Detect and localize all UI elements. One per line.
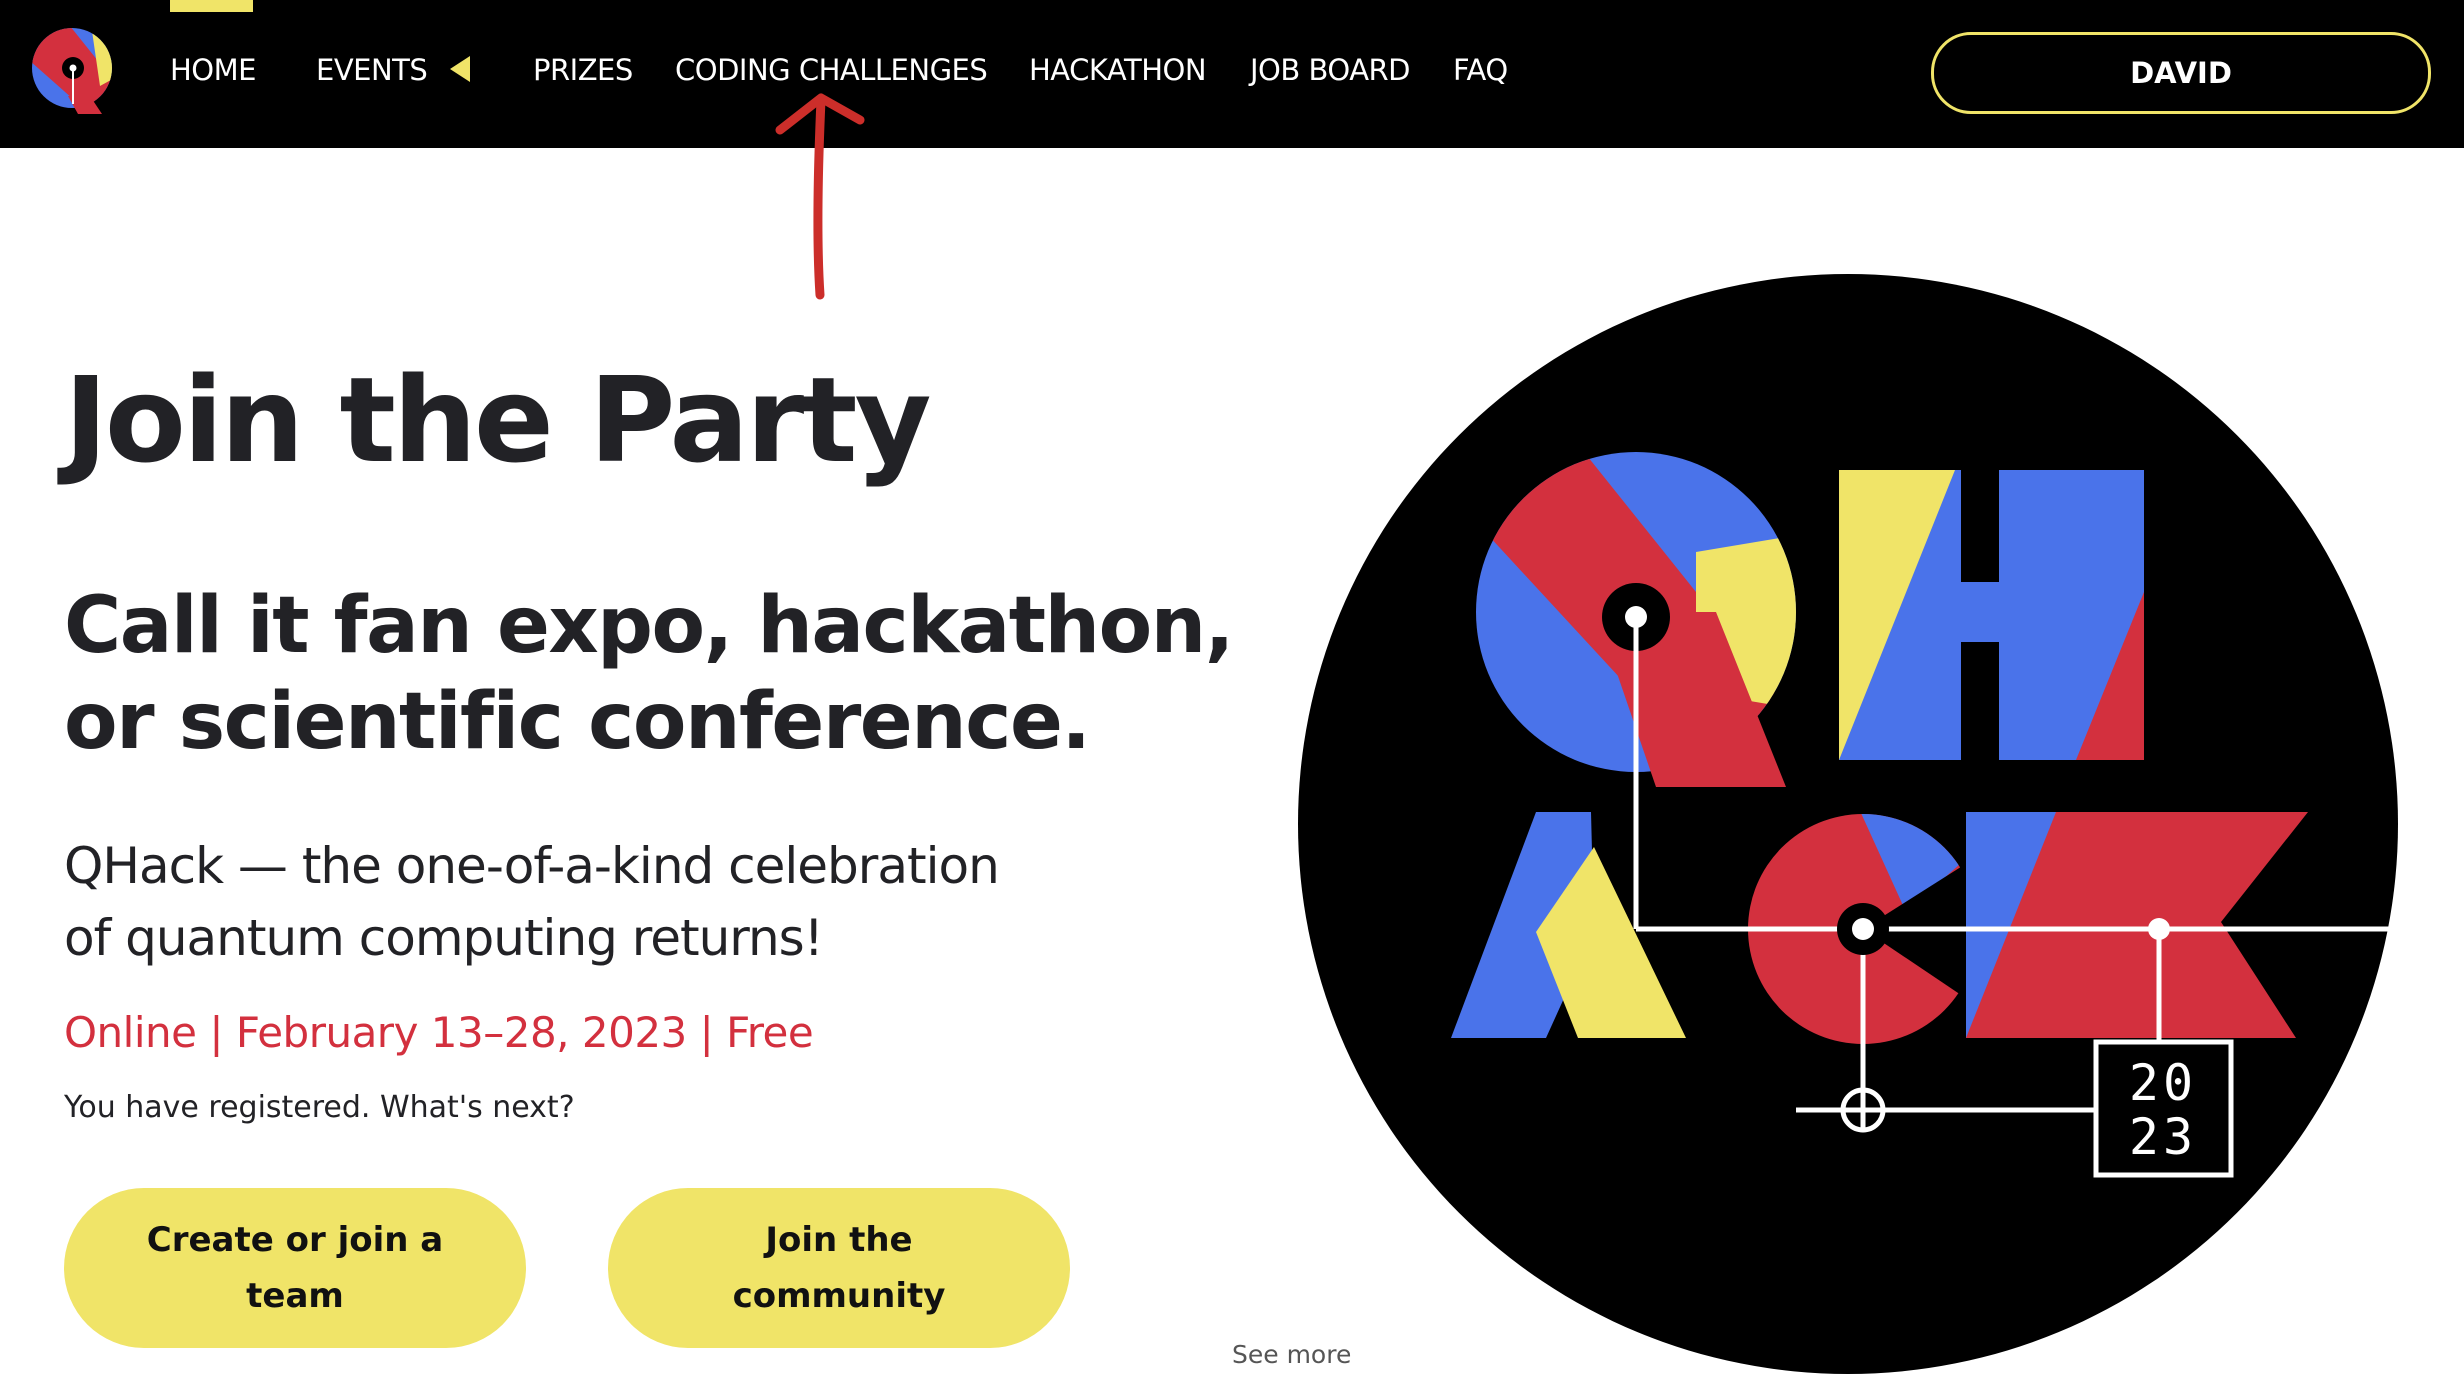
year-top-text: 20 (2129, 1054, 2197, 1112)
registration-note: You have registered. What's next? (64, 1090, 575, 1125)
join-community-button[interactable]: Join the community (608, 1188, 1070, 1348)
nav-home[interactable]: HOME (170, 50, 256, 90)
hero-description-line-2: of quantum computing returns! (64, 909, 824, 967)
event-info: Online | February 13–28, 2023 | Free (64, 1008, 814, 1057)
nav-prizes[interactable]: PRIZES (533, 50, 633, 90)
user-account-button[interactable]: DAVID (1931, 32, 2431, 114)
hero-subtitle-line-2: or scientific conference. (64, 677, 1091, 767)
hero-description: QHack — the one-of-a-kind celebration of… (64, 830, 1164, 974)
hero-title: Join the Party (64, 351, 931, 489)
nav-coding-challenges[interactable]: CODING CHALLENGES (675, 50, 988, 90)
nav-job-board[interactable]: JOB BOARD (1250, 50, 1411, 90)
events-caret-icon[interactable] (450, 56, 470, 82)
hero-subtitle-line-1: Call it fan expo, hackathon, (64, 581, 1234, 671)
create-or-join-team-button[interactable]: Create or join a team (64, 1188, 526, 1348)
nav-faq[interactable]: FAQ (1453, 50, 1508, 90)
top-navbar: HOME EVENTS PRIZES CODING CHALLENGES HAC… (0, 0, 2464, 148)
qhack-logo-icon[interactable] (30, 26, 118, 116)
annotation-arrow-icon (775, 93, 865, 300)
letter-h-graphic (1839, 470, 2144, 760)
qhack-2023-badge: 20 23 (1298, 274, 2400, 1374)
hero-description-line-1: QHack — the one-of-a-kind celebration (64, 837, 1000, 895)
nav-hackathon[interactable]: HACKATHON (1029, 50, 1207, 90)
year-bottom-text: 23 (2129, 1108, 2197, 1166)
active-nav-indicator (170, 0, 253, 12)
nav-events[interactable]: EVENTS (316, 50, 428, 90)
hero-subtitle: Call it fan expo, hackathon, or scientif… (64, 578, 1264, 770)
